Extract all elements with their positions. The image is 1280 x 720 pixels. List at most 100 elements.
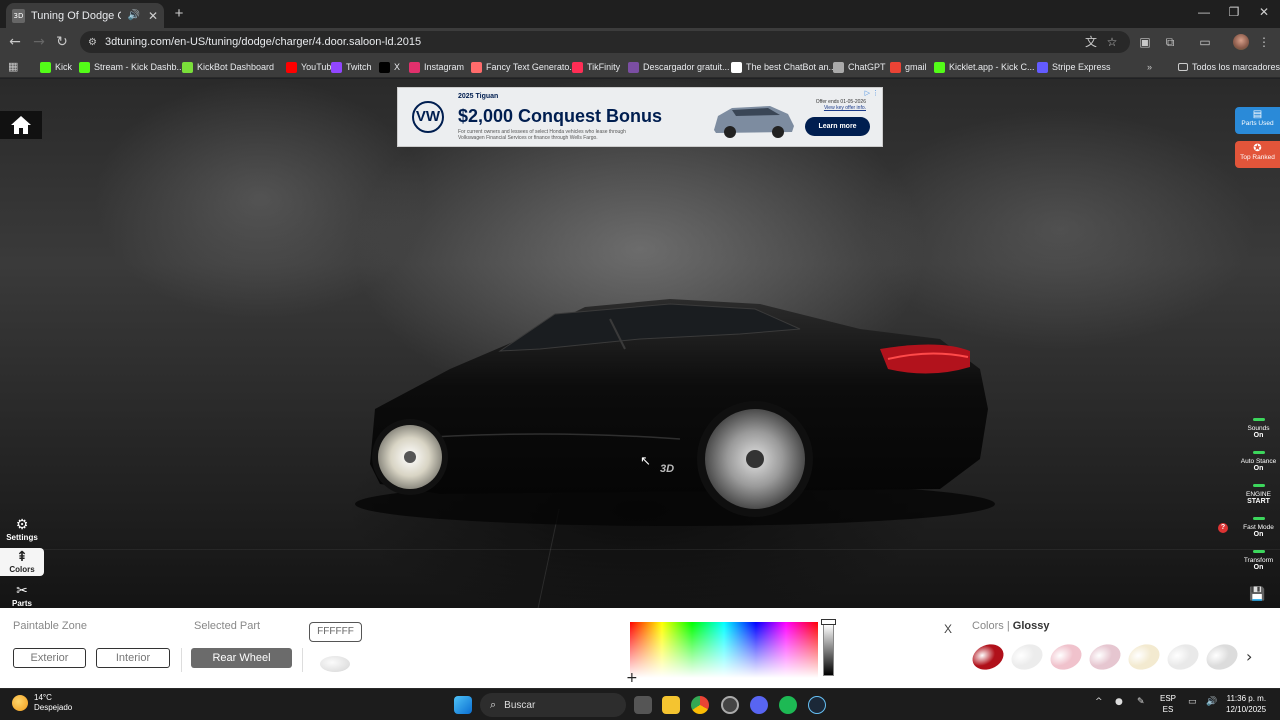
- steam-icon[interactable]: [808, 696, 826, 714]
- task-view-icon[interactable]: [634, 696, 652, 714]
- extension-icon[interactable]: ▣: [1137, 34, 1153, 50]
- bookmark-item[interactable]: Descargador gratuit...: [628, 60, 730, 74]
- bookmark-label: Stripe Express: [1052, 62, 1111, 72]
- close-tab-icon[interactable]: ✕: [148, 9, 158, 23]
- language-indicator[interactable]: ESP ES: [1160, 693, 1176, 715]
- site-info-icon[interactable]: ⚙: [88, 37, 97, 48]
- hex-color-input[interactable]: FFFFFF: [309, 622, 362, 642]
- system-clock[interactable]: 11:36 p. m. 12/10/2025: [1226, 693, 1266, 715]
- bookmark-label: KickBot Dashboard: [197, 62, 275, 72]
- volume-icon[interactable]: 🔊: [1206, 697, 1217, 707]
- finish-label[interactable]: Glossy: [1013, 620, 1050, 632]
- ad-choices-icon[interactable]: ▷ ⋮: [865, 89, 879, 97]
- extensions-puzzle-icon[interactable]: ⧉: [1162, 34, 1178, 50]
- apps-grid-icon[interactable]: ▦: [8, 60, 18, 73]
- bookmark-item[interactable]: The best ChatBot an...: [731, 60, 836, 74]
- color-picker-spectrum[interactable]: [630, 622, 818, 678]
- all-bookmarks-folder[interactable]: Todos los marcadores: [1178, 60, 1280, 74]
- auto-stance-toggle[interactable]: Auto Stance On: [1237, 451, 1280, 472]
- parts-used-label: Parts Used: [1241, 120, 1274, 127]
- bookmark-item[interactable]: Twitch: [331, 60, 372, 74]
- minimize-icon[interactable]: —: [1194, 5, 1214, 19]
- bookmark-label: ChatGPT: [848, 62, 886, 72]
- file-explorer-icon[interactable]: [662, 696, 680, 714]
- bookmark-item[interactable]: Stream - Kick Dashb...: [79, 60, 184, 74]
- spotify-icon[interactable]: [779, 696, 797, 714]
- bookmark-item[interactable]: Instagram: [409, 60, 464, 74]
- close-panel-button[interactable]: X: [944, 622, 952, 636]
- top-ranked-button[interactable]: ✪ Top Ranked: [1235, 141, 1280, 168]
- bookmark-item[interactable]: KickBot Dashboard: [182, 60, 274, 74]
- bookmark-item[interactable]: X: [379, 60, 400, 74]
- profile-avatar[interactable]: [1233, 34, 1249, 50]
- start-windows-icon[interactable]: [454, 696, 472, 714]
- tray-pen-icon[interactable]: ✎: [1137, 697, 1145, 707]
- chrome-icon[interactable]: [691, 696, 709, 714]
- forward-icon[interactable]: →: [30, 33, 48, 51]
- color-swatch[interactable]: [1046, 639, 1086, 675]
- translate-icon[interactable]: 文: [1083, 34, 1099, 50]
- bookmark-item[interactable]: TikFinity: [572, 60, 620, 74]
- bookmark-item[interactable]: ChatGPT: [833, 60, 886, 74]
- tray-overflow-icon[interactable]: ^: [1095, 697, 1103, 707]
- colors-finish-header: Colors | Glossy: [972, 620, 1050, 632]
- side-panel-icon[interactable]: ▭: [1197, 34, 1213, 50]
- weather-desc: Despejado: [34, 703, 73, 712]
- bookmark-item[interactable]: Kick: [40, 60, 72, 74]
- restore-icon[interactable]: ❐: [1224, 5, 1244, 19]
- color-swatch[interactable]: [1163, 639, 1203, 675]
- reload-icon[interactable]: ↻: [53, 33, 71, 51]
- save-icon[interactable]: 💾: [1249, 587, 1265, 602]
- help-badge[interactable]: ?: [1218, 523, 1228, 533]
- selected-part-button[interactable]: Rear Wheel: [191, 648, 292, 668]
- wrench-icon: ✂: [16, 583, 28, 599]
- engine-start-toggle[interactable]: ENGINE START: [1237, 484, 1280, 505]
- settings-button[interactable]: ⚙ Settings: [0, 517, 44, 542]
- colors-button[interactable]: ⇞ Colors: [0, 548, 44, 576]
- speaker-icon[interactable]: 🔊: [127, 10, 139, 21]
- color-swatch[interactable]: [1085, 639, 1125, 675]
- color-swatch[interactable]: [1007, 639, 1047, 675]
- interior-button[interactable]: Interior: [96, 648, 170, 668]
- tuning-viewport[interactable]: 3D ↖ VW 2025 Tiguan $2,000 Conquest Bonu…: [0, 79, 1280, 608]
- advertisement-banner[interactable]: VW 2025 Tiguan $2,000 Conquest Bonus For…: [397, 87, 883, 147]
- browser-tab[interactable]: 3D Tuning Of Dodge Charger 4 🔊 ✕: [6, 3, 164, 28]
- bookmark-star-icon[interactable]: ☆: [1104, 34, 1120, 50]
- network-icon[interactable]: ▭: [1188, 697, 1197, 707]
- color-swatch[interactable]: [1124, 639, 1164, 675]
- obs-icon[interactable]: [721, 696, 739, 714]
- parts-used-button[interactable]: ▤ Parts Used: [1235, 107, 1280, 134]
- taskbar-search[interactable]: ⌕ Buscar: [480, 693, 626, 717]
- next-swatches-icon[interactable]: ›: [1246, 647, 1252, 666]
- bookmark-item[interactable]: Fancy Text Generato...: [471, 60, 577, 74]
- bookmark-item[interactable]: Stripe Express: [1037, 60, 1111, 74]
- brightness-slider[interactable]: [823, 624, 834, 676]
- new-tab-button[interactable]: +: [170, 5, 188, 23]
- exterior-button[interactable]: Exterior: [13, 648, 86, 668]
- menu-icon[interactable]: ⋮: [1256, 34, 1272, 50]
- picker-crosshair-icon[interactable]: +: [626, 670, 638, 686]
- tab-strip: 3D Tuning Of Dodge Charger 4 🔊 ✕ + — ❐ ✕: [0, 0, 1280, 28]
- parts-button[interactable]: ✂ Parts: [0, 583, 44, 608]
- address-bar[interactable]: ⚙ 3dtuning.com/en-US/tuning/dodge/charge…: [80, 31, 1130, 53]
- fast-mode-toggle[interactable]: Fast Mode On: [1237, 517, 1280, 538]
- clock-date: 12/10/2025: [1226, 705, 1267, 714]
- bookmark-item[interactable]: gmail: [890, 60, 927, 74]
- color-swatch[interactable]: [1202, 639, 1242, 675]
- back-icon[interactable]: ←: [6, 33, 24, 51]
- car-model[interactable]: [340, 289, 1010, 529]
- learn-more-button[interactable]: Learn more: [805, 117, 870, 136]
- discord-icon[interactable]: [750, 696, 768, 714]
- ad-offer-link[interactable]: View key offer info.: [824, 105, 866, 111]
- transform-toggle[interactable]: Transform On: [1237, 550, 1280, 571]
- bookmark-item[interactable]: YouTube: [286, 60, 336, 74]
- color-swatch[interactable]: [968, 639, 1008, 675]
- home-button[interactable]: [0, 111, 42, 139]
- more-bookmarks-icon[interactable]: »: [1147, 60, 1152, 74]
- bookmark-item[interactable]: Kicklet.app - Kick C...: [934, 60, 1035, 74]
- tray-app-icon[interactable]: ●: [1115, 697, 1123, 707]
- close-window-icon[interactable]: ✕: [1254, 5, 1274, 19]
- brightness-slider-handle[interactable]: [821, 619, 836, 625]
- sounds-toggle[interactable]: Sounds On: [1237, 418, 1280, 439]
- weather-widget[interactable]: 14°C Despejado: [12, 693, 72, 713]
